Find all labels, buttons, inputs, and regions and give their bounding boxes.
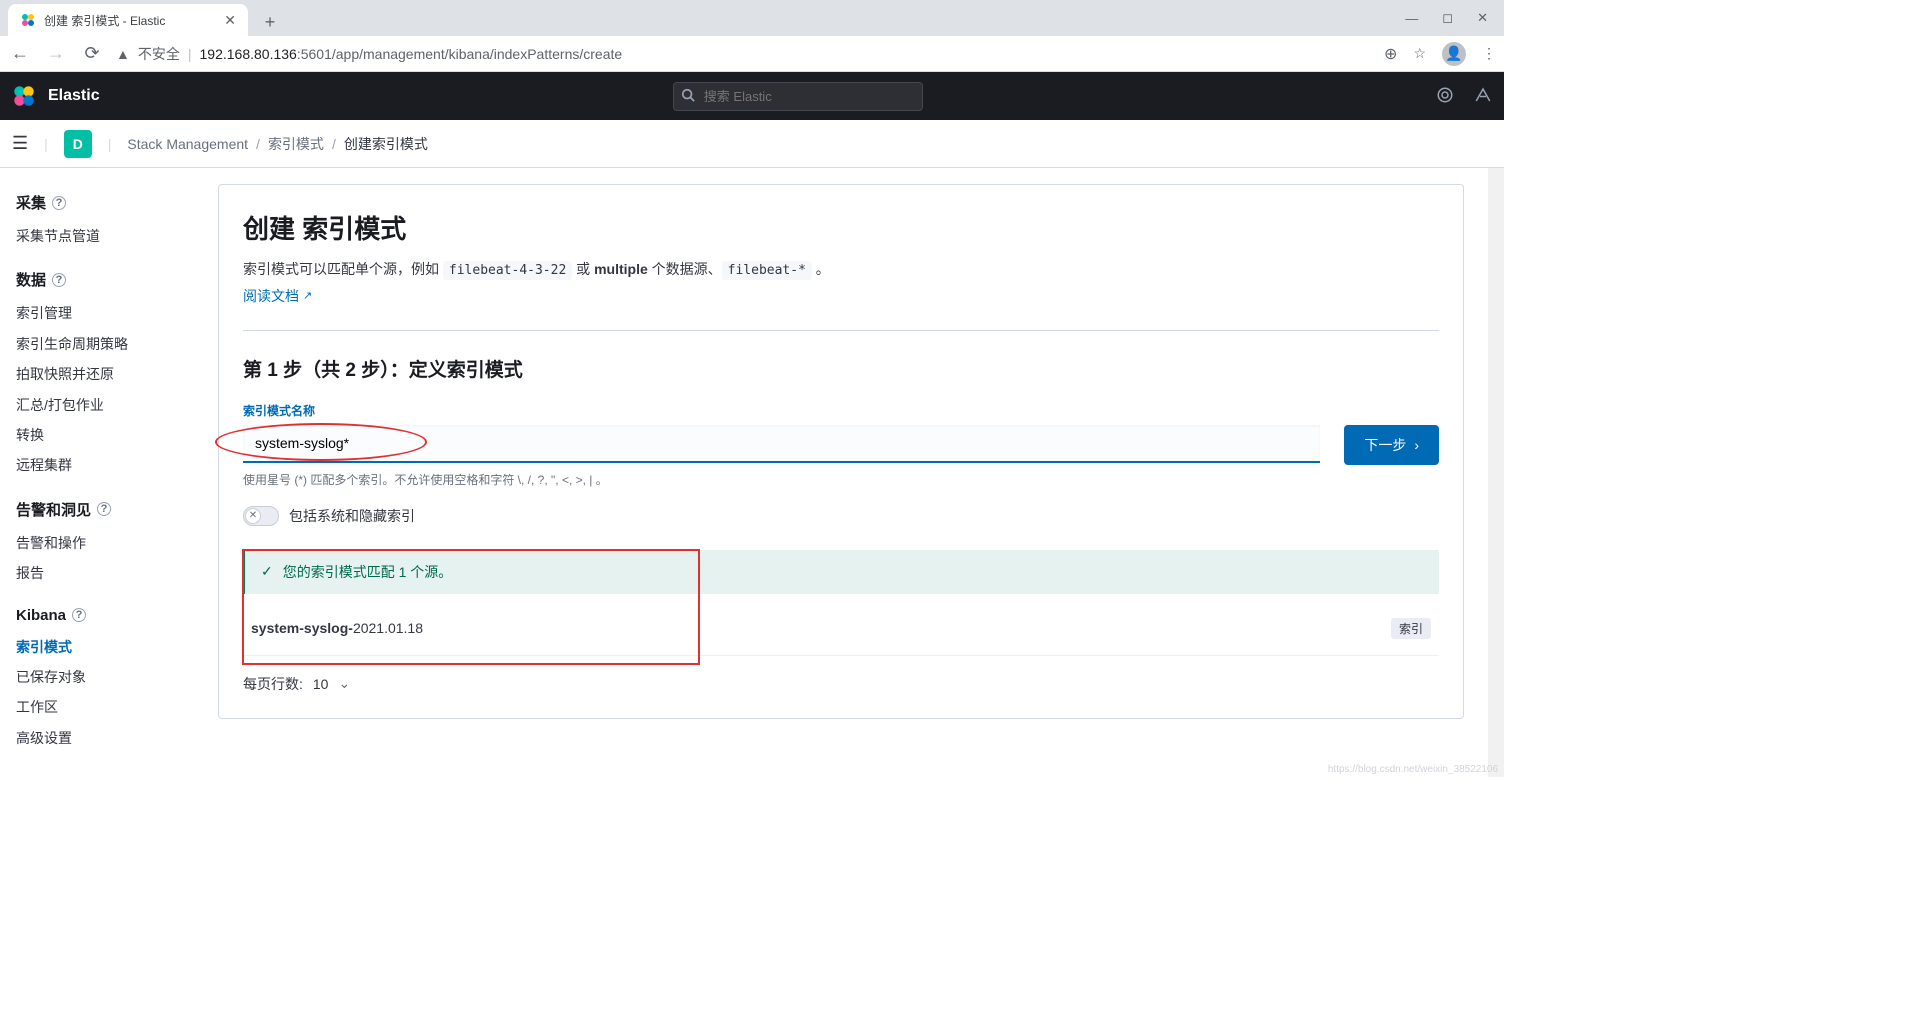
page-title: 创建 索引模式 xyxy=(243,209,1439,246)
panel: 创建 索引模式 索引模式可以匹配单个源，例如 filebeat-4-3-22 或… xyxy=(218,184,1464,719)
callout-text: 您的索引模式匹配 1 个源。 xyxy=(283,562,453,582)
breadcrumb-stack-management[interactable]: Stack Management xyxy=(127,136,248,152)
sidebar: 采集? 采集节点管道 数据? 索引管理 索引生命周期策略 拍取快照并还原 汇总/… xyxy=(0,168,210,777)
browser-tab[interactable]: 创建 索引模式 - Elastic ✕ xyxy=(8,4,248,36)
sidebar-section-ingest: 采集? xyxy=(16,192,194,213)
toggle-knob: ✕ xyxy=(245,508,261,524)
step-title: 第 1 步（共 2 步）：定义索引模式 xyxy=(243,355,1439,382)
index-pattern-input[interactable] xyxy=(243,425,1320,463)
forward-button[interactable]: → xyxy=(44,43,68,64)
input-hint: 使用星号 (*) 匹配多个索引。不允许使用空格和字符 \, /, ?, ", <… xyxy=(243,471,1439,488)
read-docs-link[interactable]: 阅读文档↗ xyxy=(243,286,312,306)
field-label: 索引模式名称 xyxy=(243,402,1439,419)
zoom-icon[interactable]: ⊕ xyxy=(1384,44,1397,64)
sidebar-section-data: 数据? xyxy=(16,269,194,290)
browser-chrome: 创建 索引模式 - Elastic ✕ + — ◻ ✕ ← → ⟳ ▲ 不安全 … xyxy=(0,0,1504,72)
sidebar-section-kibana: Kibana? xyxy=(16,607,194,624)
insecure-icon: ▲ xyxy=(116,46,130,62)
main-content: 创建 索引模式 索引模式可以匹配单个源，例如 filebeat-4-3-22 或… xyxy=(210,168,1488,777)
hamburger-menu-icon[interactable]: ☰ xyxy=(12,133,28,154)
check-icon: ✓ xyxy=(261,563,273,580)
elastic-logo-icon[interactable] xyxy=(12,84,36,108)
chevron-right-icon: › xyxy=(1414,437,1419,453)
external-link-icon: ↗ xyxy=(303,289,312,302)
sidebar-item-ilm[interactable]: 索引生命周期策略 xyxy=(16,329,194,359)
help-icon[interactable]: ? xyxy=(52,196,66,210)
breadcrumb-create: 创建索引模式 xyxy=(344,134,428,154)
space-badge[interactable]: D xyxy=(64,130,92,158)
page-description: 索引模式可以匹配单个源，例如 filebeat-4-3-22 或 multipl… xyxy=(243,258,1439,282)
match-row: system-syslog-2021.01.18 索引 xyxy=(243,602,1439,656)
pager-value: 10 xyxy=(313,676,329,692)
sidebar-item-remote-clusters[interactable]: 远程集群 xyxy=(16,450,194,480)
tab-title: 创建 索引模式 - Elastic xyxy=(44,12,216,29)
global-search-input[interactable] xyxy=(673,82,923,111)
bookmark-icon[interactable]: ☆ xyxy=(1413,45,1426,62)
help-icon[interactable]: ? xyxy=(52,273,66,287)
minimize-icon[interactable]: — xyxy=(1405,11,1418,26)
search-icon xyxy=(681,88,695,105)
back-button[interactable]: ← xyxy=(8,43,32,64)
maximize-icon[interactable]: ◻ xyxy=(1442,10,1453,26)
sidebar-item-alerts[interactable]: 告警和操作 xyxy=(16,528,194,558)
chevron-down-icon: ⌄ xyxy=(338,675,350,692)
sub-header: ☰ | D | Stack Management / 索引模式 / 创建索引模式 xyxy=(0,120,1504,168)
sidebar-item-reporting[interactable]: 报告 xyxy=(16,558,194,588)
sidebar-item-ingest-pipelines[interactable]: 采集节点管道 xyxy=(16,221,194,251)
index-badge: 索引 xyxy=(1391,618,1431,639)
help-icon[interactable] xyxy=(1474,86,1492,107)
field-row: 下一步 › xyxy=(243,425,1439,465)
sidebar-item-transforms[interactable]: 转换 xyxy=(16,420,194,450)
browser-toolbar: ← → ⟳ ▲ 不安全 | 192.168.80.136:5601/app/ma… xyxy=(0,36,1504,72)
scrollbar-track[interactable] xyxy=(1488,168,1504,777)
sidebar-section-alerts: 告警和洞见? xyxy=(16,499,194,520)
url-text: 192.168.80.136:5601/app/management/kiban… xyxy=(200,46,623,62)
elastic-header: Elastic xyxy=(0,72,1504,120)
page-layout: 采集? 采集节点管道 数据? 索引管理 索引生命周期策略 拍取快照并还原 汇总/… xyxy=(0,168,1504,777)
match-name: system-syslog-2021.01.18 xyxy=(251,620,423,636)
toolbar-right: ⊕ ☆ 👤 ⋮ xyxy=(1384,42,1496,66)
pattern-input-wrap xyxy=(243,425,1320,463)
close-window-icon[interactable]: ✕ xyxy=(1477,10,1488,26)
divider xyxy=(243,330,1439,331)
sidebar-item-index-patterns[interactable]: 索引模式 xyxy=(16,632,194,662)
kebab-menu-icon[interactable]: ⋮ xyxy=(1482,45,1496,62)
sidebar-item-spaces[interactable]: 工作区 xyxy=(16,692,194,722)
sidebar-item-saved-objects[interactable]: 已保存对象 xyxy=(16,662,194,692)
reload-button[interactable]: ⟳ xyxy=(80,43,104,64)
include-system-toggle-row: ✕ 包括系统和隐藏索引 xyxy=(243,506,1439,526)
watermark: https://blog.csdn.net/weixin_38522106 xyxy=(1328,764,1498,775)
tab-bar: 创建 索引模式 - Elastic ✕ + — ◻ ✕ xyxy=(0,0,1504,36)
elastic-brand[interactable]: Elastic xyxy=(48,87,100,105)
insecure-label: 不安全 xyxy=(138,44,180,64)
breadcrumb-index-patterns[interactable]: 索引模式 xyxy=(268,134,324,154)
pager-label: 每页行数: xyxy=(243,674,303,694)
sidebar-item-advanced-settings[interactable]: 高级设置 xyxy=(16,723,194,753)
help-icon[interactable]: ? xyxy=(72,608,86,622)
sidebar-item-snapshots[interactable]: 拍取快照并还原 xyxy=(16,359,194,389)
elastic-favicon xyxy=(20,12,36,28)
profile-icon[interactable]: 👤 xyxy=(1442,42,1466,66)
help-icon[interactable]: ? xyxy=(97,502,111,516)
address-bar[interactable]: ▲ 不安全 | 192.168.80.136:5601/app/manageme… xyxy=(116,44,1372,64)
sidebar-item-index-management[interactable]: 索引管理 xyxy=(16,298,194,328)
next-step-button[interactable]: 下一步 › xyxy=(1344,425,1439,465)
breadcrumb: Stack Management / 索引模式 / 创建索引模式 xyxy=(127,134,427,154)
global-search xyxy=(673,82,923,111)
close-icon[interactable]: ✕ xyxy=(224,12,236,29)
toggle-label: 包括系统和隐藏索引 xyxy=(289,506,415,526)
include-system-toggle[interactable]: ✕ xyxy=(243,506,279,526)
new-tab-button[interactable]: + xyxy=(256,8,284,36)
rows-per-page[interactable]: 每页行数: 10 ⌄ xyxy=(243,674,1439,694)
window-controls: — ◻ ✕ xyxy=(1389,0,1504,36)
newsfeed-icon[interactable] xyxy=(1436,86,1454,107)
success-callout: ✓ 您的索引模式匹配 1 个源。 xyxy=(243,550,1439,594)
header-right xyxy=(1436,86,1492,107)
sidebar-item-rollups[interactable]: 汇总/打包作业 xyxy=(16,390,194,420)
